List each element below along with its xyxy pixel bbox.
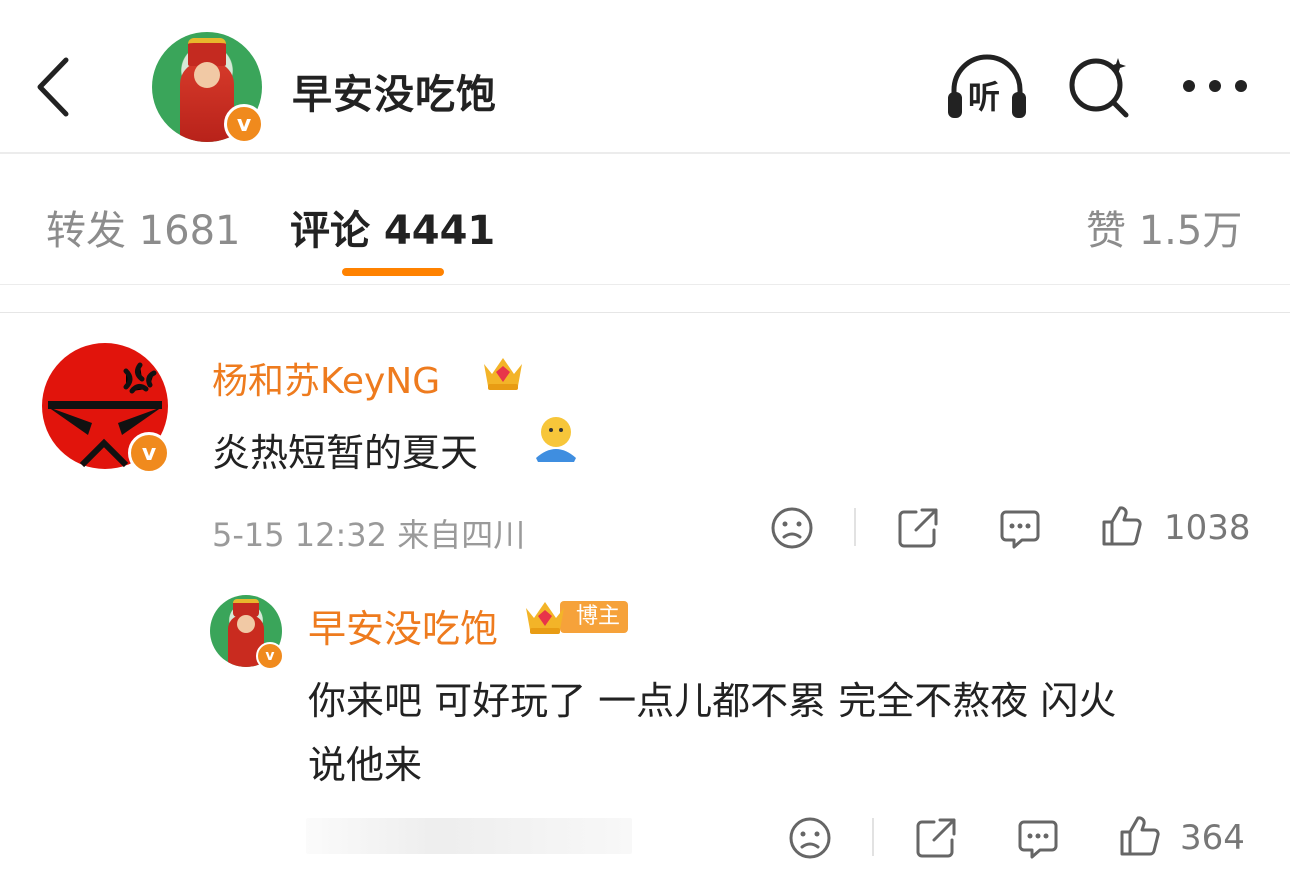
more-icon (1183, 80, 1247, 92)
verified-badge-icon: v (256, 642, 284, 670)
comment-bubble-icon[interactable] (998, 506, 1042, 550)
blurred-meta (306, 818, 632, 854)
share-icon[interactable] (914, 816, 958, 860)
comment-bubble-icon[interactable] (1016, 816, 1060, 860)
tab-repost[interactable]: 转发 1681 (46, 198, 241, 256)
reply-text-line1: 你来吧 可好玩了 一点儿都不累 完全不熬夜 闪火 (308, 679, 1117, 723)
reply-like-count: 364 (1180, 818, 1245, 858)
tab-bar: 转发 1681 评论 4441 赞 1.5万 (0, 154, 1290, 286)
page-title[interactable]: 早安没吃饱 (292, 62, 497, 120)
action-divider (854, 508, 856, 546)
like-thumb-icon[interactable] (1118, 814, 1162, 858)
commenter-name[interactable]: 杨和苏KeyNG (212, 352, 440, 404)
listen-button[interactable]: 听 (944, 52, 1030, 124)
share-icon[interactable] (896, 506, 940, 550)
like-thumb-icon[interactable] (1100, 504, 1144, 548)
search-button[interactable] (1066, 52, 1136, 122)
top-bar: v 早安没吃饱 听 (0, 0, 1290, 154)
reply-author-name[interactable]: 早安没吃饱 (308, 598, 498, 653)
comment-text: 炎热短暂的夏天 (212, 431, 479, 475)
verified-badge-icon: v (128, 432, 170, 474)
emoji-icon (536, 417, 576, 462)
dislike-face-icon[interactable] (770, 506, 814, 550)
back-button[interactable] (30, 52, 80, 122)
back-icon (37, 57, 69, 117)
section-divider (0, 312, 1290, 313)
listen-label: 听 (968, 78, 1001, 116)
reply-text-line2: 说他来 (308, 743, 423, 787)
search-icon (1069, 58, 1129, 118)
tabs-divider (0, 284, 1290, 285)
comment-like-count: 1038 (1164, 508, 1251, 548)
tab-comment[interactable]: 评论 4441 (290, 198, 495, 256)
more-button[interactable] (1180, 74, 1250, 98)
action-divider (872, 818, 874, 856)
active-tab-indicator (342, 268, 444, 276)
dislike-face-icon[interactable] (788, 816, 832, 860)
blogger-tag: 博主 (560, 601, 629, 633)
tab-like[interactable]: 赞 1.5万 (1086, 198, 1242, 256)
comment-meta: 5-15 12:32 来自四川 (212, 516, 526, 554)
crown-diamond-icon (526, 602, 564, 634)
crown-diamond-icon (484, 358, 522, 390)
verified-badge-icon: v (224, 104, 264, 144)
